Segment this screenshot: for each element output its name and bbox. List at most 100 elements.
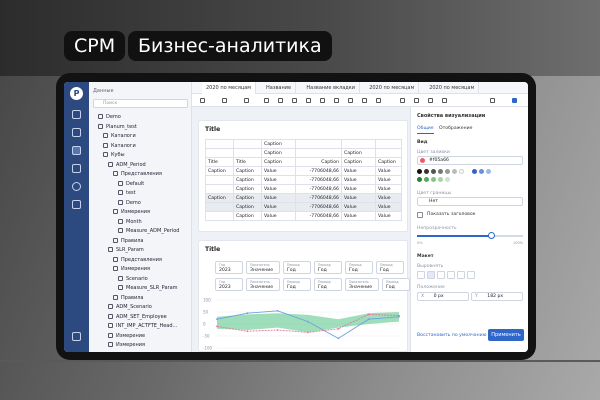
color-swatch[interactable] [431,177,436,182]
table-cell[interactable] [205,148,234,158]
table-cell[interactable]: Value [341,211,376,221]
tree-item[interactable]: Измерения [113,208,150,216]
color-swatch[interactable] [424,177,429,182]
table-cell[interactable]: Caption [233,211,262,221]
filter-dropdown[interactable]: Показатель Значение [246,278,280,291]
table-cell[interactable] [233,139,262,149]
tree-item[interactable]: Каталоги [103,142,136,150]
redo-icon[interactable] [278,98,283,103]
tree-item[interactable]: Каталоги [103,132,136,140]
table-cell[interactable]: -7706048,66 [295,202,342,212]
table-cell[interactable] [205,202,234,212]
tree-item[interactable]: Правила [113,237,143,245]
color-swatch[interactable] [459,169,464,174]
table-cell[interactable]: Value [341,166,376,176]
table-cell[interactable]: Value [375,166,402,176]
fullscreen-icon[interactable] [348,98,353,103]
filter-dropdown[interactable]: Период Год [314,278,342,291]
align-bottom-button[interactable] [467,271,475,279]
undo-icon[interactable] [264,98,269,103]
table-cell[interactable] [375,148,402,158]
layout-icon[interactable] [200,98,205,103]
tree-item[interactable]: test [118,189,136,197]
opacity-slider-thumb[interactable] [487,232,495,239]
table-cell[interactable]: -7706048,66 [295,184,342,194]
filter-dropdown[interactable]: Показатель Значение [246,261,280,274]
tree-item[interactable]: Demo [118,199,141,207]
table-cell[interactable]: Caption [261,148,296,158]
refresh-icon[interactable] [244,98,249,103]
table-cell[interactable]: Caption [341,148,376,158]
table-cell[interactable]: -7706048,66 [295,166,342,176]
table-cell[interactable]: Value [341,202,376,212]
table-cell[interactable]: Value [375,193,402,203]
table-cell[interactable] [205,139,234,149]
export-icon[interactable] [376,98,381,103]
filter-dropdown[interactable]: Год 2023 [215,278,243,291]
table-cell[interactable]: Value [261,202,296,212]
color-swatch[interactable] [424,169,429,174]
pivot-table[interactable]: Caption Caption Caption Title Title Caption Ca… [205,139,402,221]
table-cell[interactable]: Value [261,184,296,194]
text-icon[interactable] [334,98,339,103]
align-top-button[interactable] [447,271,455,279]
tree-item[interactable]: Правила [113,294,143,302]
table-cell[interactable] [295,148,342,158]
color-swatch[interactable] [431,169,436,174]
color-swatch[interactable] [479,169,484,174]
filter-dropdown[interactable]: Год 2023 [215,261,243,274]
table-cell[interactable]: -7706048,66 [295,175,342,185]
tree-item[interactable]: SLR_Param [108,246,144,254]
tree-search-input[interactable]: Поиск [93,99,188,108]
add-icon[interactable] [222,98,227,103]
tab[interactable]: 2020 по месяцам [425,82,480,94]
color-swatch[interactable] [445,169,450,174]
table-cell[interactable]: -7706048,66 [295,193,342,203]
table-cell[interactable]: Value [261,166,296,176]
align-center-button[interactable] [427,271,435,279]
filter-dropdown[interactable]: Период Год [345,261,373,274]
filter-dropdown[interactable]: Период Год [376,261,404,274]
x-field[interactable]: X 0 px [417,292,469,301]
tree-item[interactable]: Измерение [108,332,145,340]
filter-dropdown[interactable]: Период Год [283,278,311,291]
apply-button[interactable]: Применить [488,329,524,341]
table-cell[interactable]: Caption [233,202,262,212]
table-cell[interactable] [375,139,402,149]
table-cell[interactable]: Caption [295,157,342,167]
table-cell[interactable]: Caption [375,157,402,167]
menu-icon[interactable] [490,98,495,103]
tab[interactable]: 2020 по месяцам [202,82,257,94]
table-cell[interactable] [205,175,234,185]
tree-item[interactable]: Представления [113,256,162,264]
tree-item[interactable]: Planum_test [98,123,137,131]
table-cell[interactable]: Caption [233,166,262,176]
tree-item[interactable]: Измерения [113,265,150,273]
tab[interactable]: 2020 по месяцам [365,82,420,94]
filter-icon[interactable] [362,98,367,103]
tree-item[interactable]: Измерения [108,341,145,349]
reset-link[interactable]: Восстановить по умолчанию [417,333,486,338]
table-cell[interactable]: Value [375,211,402,221]
table-cell[interactable]: -7706048,66 [295,211,342,221]
properties-icon[interactable] [512,98,517,103]
table-cell[interactable]: Caption [205,193,234,203]
color-swatch[interactable] [438,177,443,182]
delete-icon[interactable] [442,98,447,103]
section-layout[interactable]: Макет [417,254,434,259]
table-cell[interactable]: Value [261,211,296,221]
filter-dropdown[interactable]: Период Год [314,261,342,274]
table-cell[interactable]: Caption [233,175,262,185]
tree-item[interactable]: Scenario [118,275,148,283]
logout-icon[interactable] [72,332,81,341]
tree-item[interactable]: Measure_SLR_Param [118,284,178,292]
color-swatch[interactable] [486,169,491,174]
chart-panel[interactable]: Title 100 50 0 -50 -100 Год 2023 Показатель Зна… [198,240,410,352]
color-swatch[interactable] [445,177,450,182]
table-cell[interactable]: Caption [205,166,234,176]
duplicate-icon[interactable] [428,98,433,103]
section-view[interactable]: Вид [417,140,427,145]
tab-display[interactable]: Отображение [439,126,472,131]
table-cell[interactable]: Title [205,157,234,167]
tab[interactable]: Название вкладки [302,82,361,94]
